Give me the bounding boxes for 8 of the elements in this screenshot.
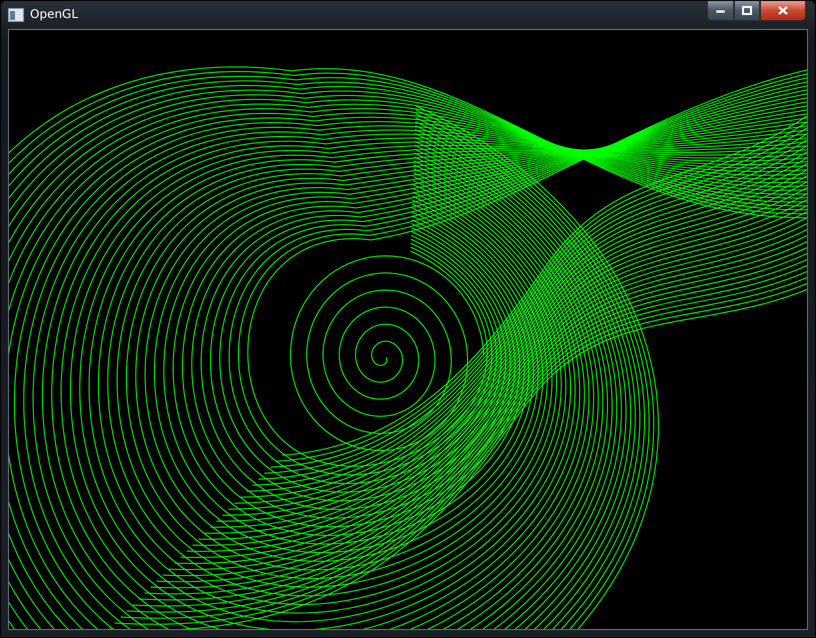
close-button[interactable]	[760, 1, 806, 21]
maximize-button[interactable]	[734, 1, 760, 21]
window-title: OpenGL	[30, 7, 78, 21]
minimize-button[interactable]	[707, 1, 734, 21]
maximize-icon	[742, 6, 752, 15]
minimize-icon	[716, 8, 725, 12]
close-icon	[778, 6, 788, 15]
window-icon	[8, 8, 24, 22]
